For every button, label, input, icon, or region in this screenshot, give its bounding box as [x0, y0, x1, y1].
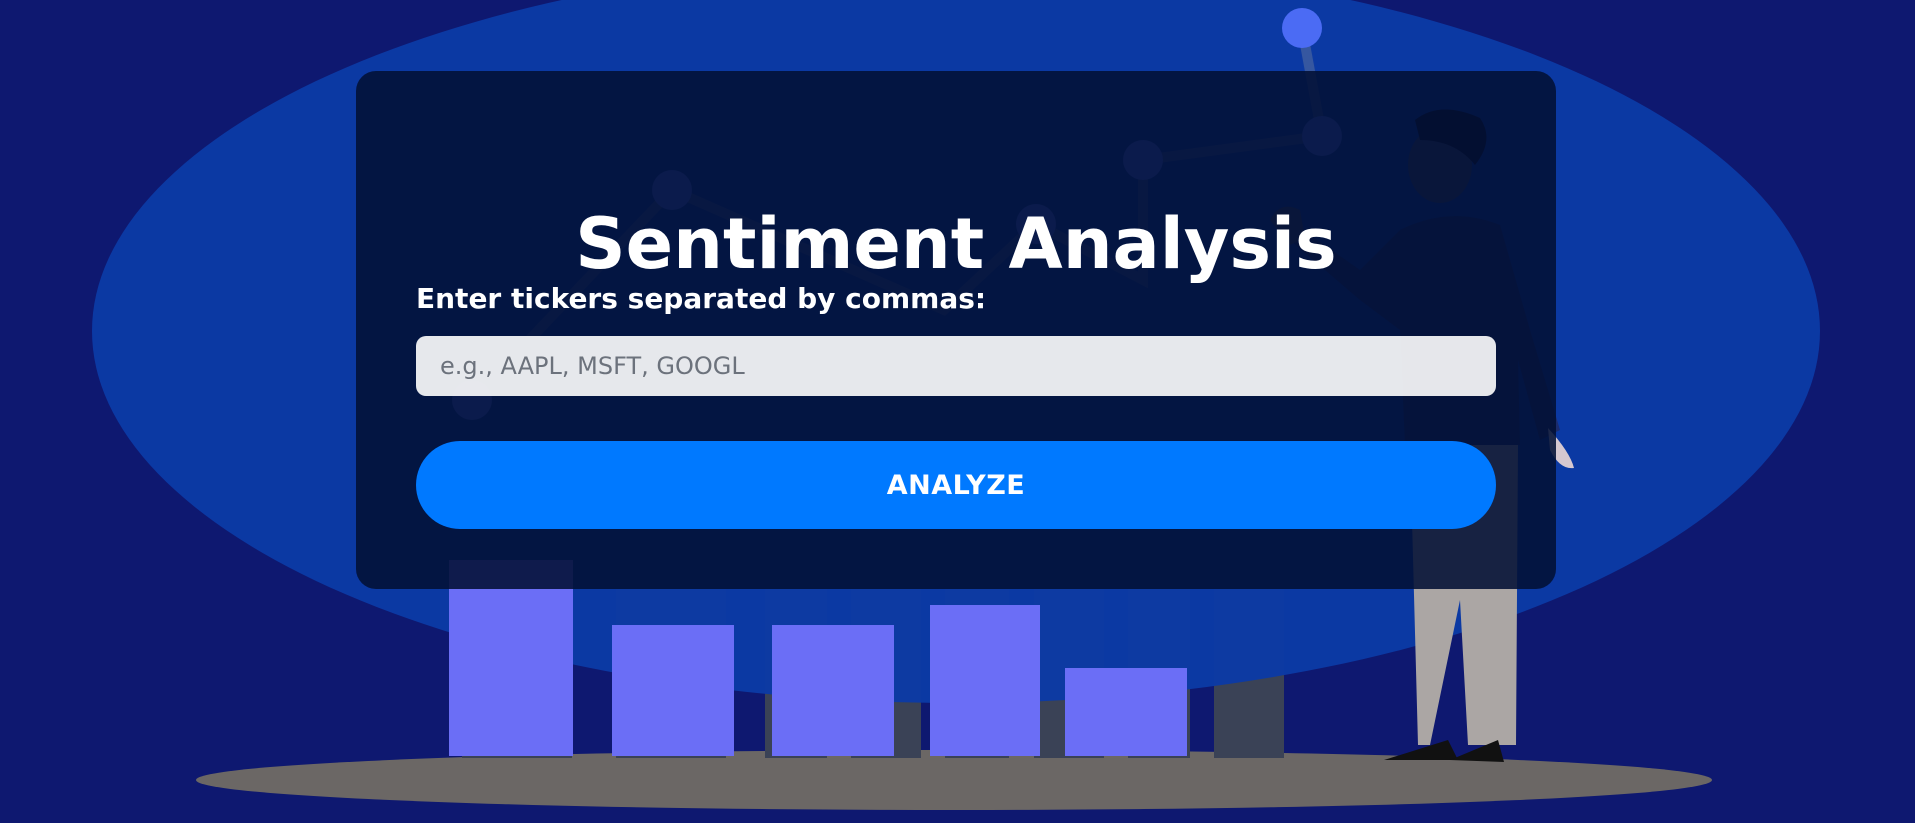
- chart-dot: [1282, 8, 1322, 48]
- bar: [612, 625, 734, 756]
- bar: [930, 605, 1040, 756]
- tickers-label: Enter tickers separated by commas:: [416, 282, 987, 315]
- bar: [1065, 668, 1187, 756]
- bar: [449, 560, 573, 756]
- analyze-button[interactable]: ANALYZE: [416, 441, 1496, 529]
- bar: [772, 625, 894, 756]
- tickers-input[interactable]: [416, 336, 1496, 396]
- page-title: Sentiment Analysis: [575, 203, 1337, 285]
- analysis-card: Sentiment Analysis Enter tickers separat…: [356, 71, 1556, 589]
